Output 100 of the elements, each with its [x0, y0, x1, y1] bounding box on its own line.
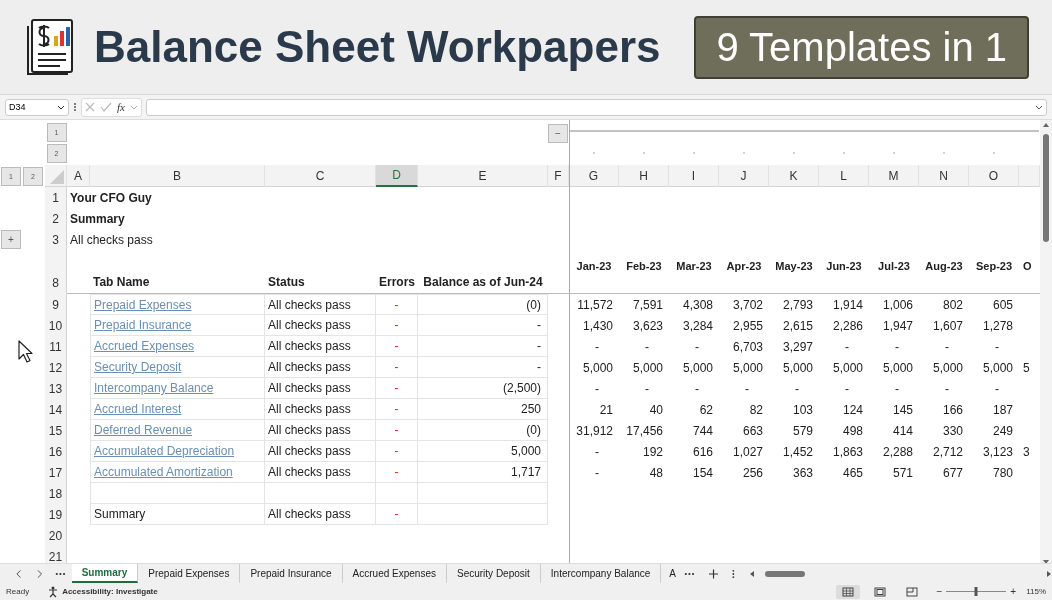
- column-header[interactable]: B: [90, 165, 265, 187]
- balance-cell: 1,717: [418, 462, 548, 483]
- previous-sheet-icon[interactable]: [16, 568, 22, 579]
- accessibility-status[interactable]: Accessibility: Investigate: [62, 587, 158, 596]
- row-header[interactable]: 16: [45, 441, 67, 462]
- scroll-left-icon[interactable]: [748, 570, 755, 577]
- row-header[interactable]: 1: [45, 187, 67, 208]
- sheet-tab[interactable]: Summary: [71, 564, 139, 583]
- status-cell: All checks pass: [265, 315, 376, 336]
- column-header[interactable]: N: [919, 165, 969, 187]
- row-header[interactable]: 3: [45, 229, 67, 250]
- zoom-slider-thumb[interactable]: [974, 587, 978, 596]
- number-cell-text: 5,000: [831, 359, 864, 377]
- more-sheets-icon[interactable]: [684, 571, 695, 576]
- number-cell-text: 192: [641, 443, 664, 461]
- collapse-button[interactable]: −: [548, 124, 568, 143]
- number-cell-text: -: [894, 380, 900, 398]
- error-count: -: [376, 378, 418, 399]
- column-header[interactable]: O: [969, 165, 1019, 187]
- column-header[interactable]: M: [869, 165, 919, 187]
- number-cell-text: 2,955: [731, 317, 764, 335]
- balance-cell: -: [418, 315, 548, 336]
- month-header: Jun-23: [825, 259, 863, 274]
- number-cell-text: 1,947: [881, 317, 914, 335]
- check-icon[interactable]: [100, 102, 112, 112]
- number-cell-text: 48: [648, 464, 664, 482]
- row-header[interactable]: 14: [45, 399, 67, 420]
- row-header[interactable]: 8: [45, 250, 67, 294]
- number-cell-text: 1,006: [881, 296, 914, 314]
- row-header[interactable]: 18: [45, 483, 67, 504]
- status-cell: All checks pass: [265, 357, 376, 378]
- number-cell-text: -: [794, 380, 800, 398]
- number-cell-text: 3,123: [981, 443, 1014, 461]
- column-header[interactable]: F: [548, 165, 569, 187]
- options-icon[interactable]: [731, 568, 735, 579]
- row-header[interactable]: 10: [45, 315, 67, 336]
- column-header[interactable]: K: [769, 165, 819, 187]
- chevron-down-icon[interactable]: [57, 104, 65, 110]
- number-cell-text: 2,288: [881, 443, 914, 461]
- balance-cell: -: [418, 357, 548, 378]
- vertical-scrollbar[interactable]: [1040, 120, 1052, 563]
- number-cell-text: 3,702: [731, 296, 764, 314]
- column-header[interactable]: C: [265, 165, 376, 187]
- month-header: O: [1022, 259, 1033, 274]
- add-sheet-icon[interactable]: [708, 568, 718, 579]
- scroll-up-icon[interactable]: [1043, 122, 1049, 128]
- row-header[interactable]: 21: [45, 546, 67, 563]
- number-cell-text: 802: [941, 296, 964, 314]
- column-header[interactable]: E: [418, 165, 548, 187]
- number-cell-text: 1,430: [581, 317, 614, 335]
- accessibility-icon[interactable]: [47, 585, 60, 598]
- balance-cell: -: [418, 336, 548, 357]
- row-header[interactable]: 2: [45, 208, 67, 229]
- number-cell-text: -: [994, 380, 1000, 398]
- number-cell-text: 2,793: [781, 296, 814, 314]
- zoom-out-button[interactable]: −: [936, 586, 943, 597]
- insert-function-button[interactable]: fx: [117, 101, 125, 113]
- column-header[interactable]: J: [719, 165, 769, 187]
- number-cell-text: 187: [991, 401, 1014, 419]
- row-header[interactable]: 15: [45, 420, 67, 441]
- number-cell-text: 5,000: [581, 359, 614, 377]
- number-cell-text: 145: [891, 401, 914, 419]
- row-header[interactable]: 17: [45, 462, 67, 483]
- column-header[interactable]: D: [376, 165, 418, 187]
- number-cell-text: -: [844, 338, 850, 356]
- sheet-tab[interactable]: A: [661, 564, 678, 583]
- number-cell-text: 5,000: [931, 359, 964, 377]
- row-header[interactable]: 13: [45, 378, 67, 399]
- zoom-level[interactable]: 115%: [1026, 587, 1046, 596]
- row-header[interactable]: 20: [45, 525, 67, 546]
- heading-text: Your CFO Guy: [69, 189, 153, 207]
- row-header[interactable]: 12: [45, 357, 67, 378]
- scroll-right-icon[interactable]: [1046, 570, 1052, 577]
- column-header[interactable]: H: [619, 165, 669, 187]
- view-button[interactable]: [836, 584, 861, 599]
- balance-cell: 250: [418, 399, 548, 420]
- more-sheets-icon[interactable]: [54, 571, 66, 576]
- number-cell-text: 1,863: [831, 443, 864, 461]
- row-header[interactable]: 9: [45, 294, 67, 315]
- name-box[interactable]: D34: [5, 98, 69, 116]
- number-cell-text: -: [644, 380, 650, 398]
- formula-input-field[interactable]: [145, 98, 1047, 116]
- column-header[interactable]: G: [569, 165, 619, 187]
- zoom-in-button[interactable]: +: [1010, 586, 1017, 597]
- month-header: Mar-23: [675, 259, 713, 274]
- number-cell-text: -: [694, 380, 700, 398]
- expand-button[interactable]: +: [1, 230, 21, 249]
- column-header[interactable]: A: [67, 165, 90, 187]
- row-header[interactable]: 19: [45, 504, 67, 525]
- row-header[interactable]: 11: [45, 336, 67, 357]
- number-cell-text: 256: [741, 464, 764, 482]
- more-icon[interactable]: [73, 102, 77, 112]
- chevron-down-icon[interactable]: [1035, 104, 1043, 110]
- number-cell-text: 5,000: [981, 359, 1014, 377]
- number-cell-text: 363: [791, 464, 814, 482]
- horizontal-scrollbar[interactable]: [748, 569, 1052, 578]
- number-cell-text: -: [594, 338, 600, 356]
- column-header[interactable]: I: [669, 165, 719, 187]
- month-header: Jan-23: [575, 259, 613, 274]
- column-header[interactable]: L: [819, 165, 869, 187]
